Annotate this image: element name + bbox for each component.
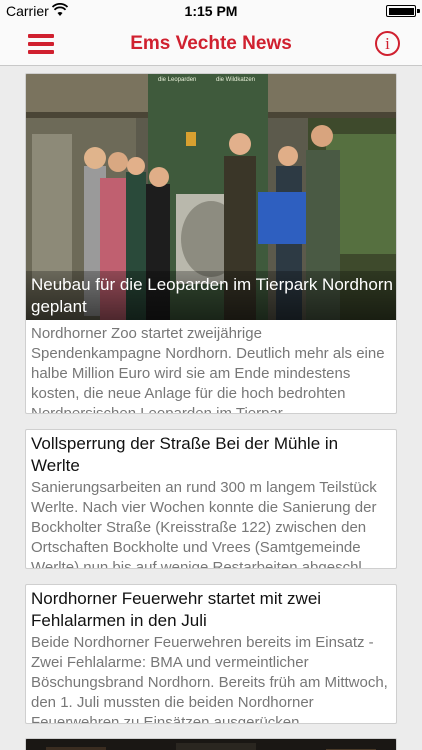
battery-icon: [386, 5, 420, 17]
info-icon[interactable]: i: [375, 31, 400, 56]
sign-wildkatzen: die Wildkatzen: [216, 77, 255, 83]
status-bar: Carrier 1:15 PM: [0, 0, 422, 22]
article-card-partial[interactable]: [25, 738, 397, 750]
article-headline: Vollsperrung der Straße Bei der Mühle in…: [31, 434, 339, 475]
article-teaser: Nordhorner Zoo startet zweijährige Spend…: [31, 325, 385, 414]
article-teaser: Sanierungsarbeiten an rund 300 m langem …: [31, 479, 377, 569]
featured-headline: Neubau für die Leoparden im Tierpark Nor…: [26, 271, 396, 320]
featured-article-card[interactable]: die Leoparden die Wildkatzen Neubau für …: [25, 73, 397, 414]
article-photo: die Leoparden die Wildkatzen Neubau für …: [26, 74, 396, 320]
article-card[interactable]: Nordhorner Feuerwehr startet mit zwei Fe…: [25, 584, 397, 724]
sign-leoparden: die Leoparden: [158, 77, 196, 83]
article-photo-partial: [26, 739, 396, 750]
article-teaser: Beide Nordhorner Feuerwehren bereits im …: [31, 634, 388, 724]
news-feed[interactable]: die Leoparden die Wildkatzen Neubau für …: [0, 67, 422, 750]
clock: 1:15 PM: [184, 3, 238, 19]
article-headline: Nordhorner Feuerwehr startet mit zwei Fe…: [31, 589, 322, 630]
article-card[interactable]: Vollsperrung der Straße Bei der Mühle in…: [25, 429, 397, 569]
app-title: Ems Vechte News: [130, 33, 292, 54]
navigation-bar: Ems Vechte News i: [0, 22, 422, 66]
